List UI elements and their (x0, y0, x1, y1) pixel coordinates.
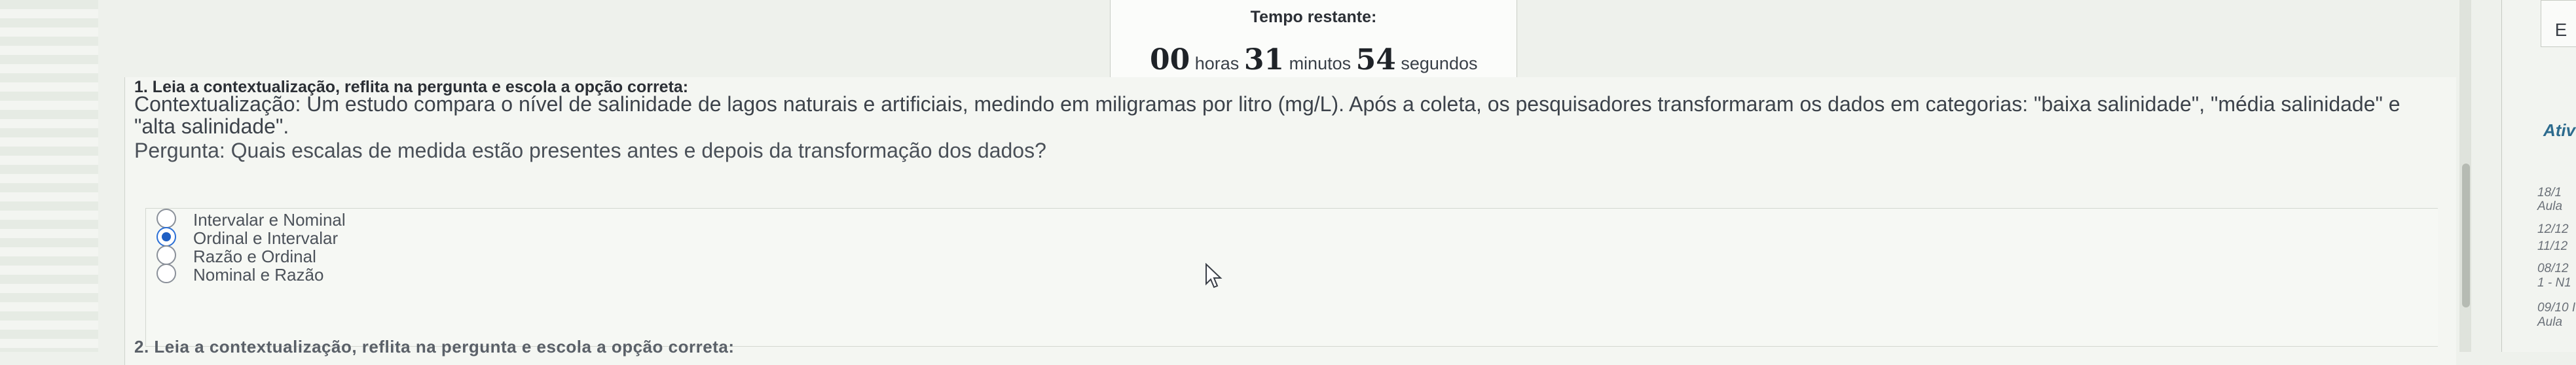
next-question-heading: 2. Leia a contextualização, reflita na p… (134, 337, 735, 356)
side-item-date[interactable]: 12/12 (2537, 222, 2569, 237)
side-item-label[interactable]: Aula (2537, 200, 2562, 214)
timer-hours-label: horas (1194, 54, 1240, 73)
radio-button[interactable] (156, 245, 176, 265)
scrollbar-thumb[interactable] (2462, 164, 2470, 307)
side-panel-title: Ativ (2543, 120, 2576, 140)
timer-title: Tempo restante: (1250, 8, 1377, 26)
side-item-date[interactable]: 18/1 (2537, 186, 2562, 200)
radio-button-selected[interactable] (156, 227, 176, 247)
timer-minutes-label: minutos (1289, 54, 1352, 73)
option-label: Intervalar e Nominal (193, 210, 346, 230)
mouse-cursor-icon (1205, 263, 1223, 288)
timer-minutes: 31 (1243, 43, 1285, 77)
radio-button[interactable] (156, 209, 176, 228)
activities-side-panel (2501, 0, 2576, 352)
side-top-button[interactable]: E (2541, 0, 2576, 47)
option-label: Ordinal e Intervalar (193, 228, 339, 248)
question-context: Contextualização: Um estudo compara o ní… (134, 92, 2401, 138)
options-panel (145, 208, 2438, 347)
timer-seconds-label: segundos (1401, 54, 1478, 73)
timer-panel: Tempo restante: 00 horas 31 minutos 54 s… (1110, 0, 1517, 78)
side-item-label[interactable]: 1 - N1 (2537, 276, 2571, 290)
timer-seconds: 54 (1355, 43, 1396, 77)
side-item-label[interactable]: Aula (2537, 315, 2562, 330)
option-label: Razão e Ordinal (193, 247, 316, 266)
question-prompt: Pergunta: Quais escalas de medida estão … (134, 139, 1046, 162)
timer-countdown: 00 horas 31 minutos 54 segundos (1150, 43, 1477, 77)
timer-hours: 00 (1150, 43, 1190, 77)
side-item-date[interactable]: 09/10 I (2537, 301, 2575, 315)
radio-button[interactable] (156, 264, 176, 283)
option-label: Nominal e Razão (193, 265, 324, 285)
side-item-date[interactable]: 08/12 (2537, 262, 2569, 276)
page-background-stripes (0, 0, 98, 352)
side-item-date[interactable]: 11/12 (2537, 239, 2567, 254)
